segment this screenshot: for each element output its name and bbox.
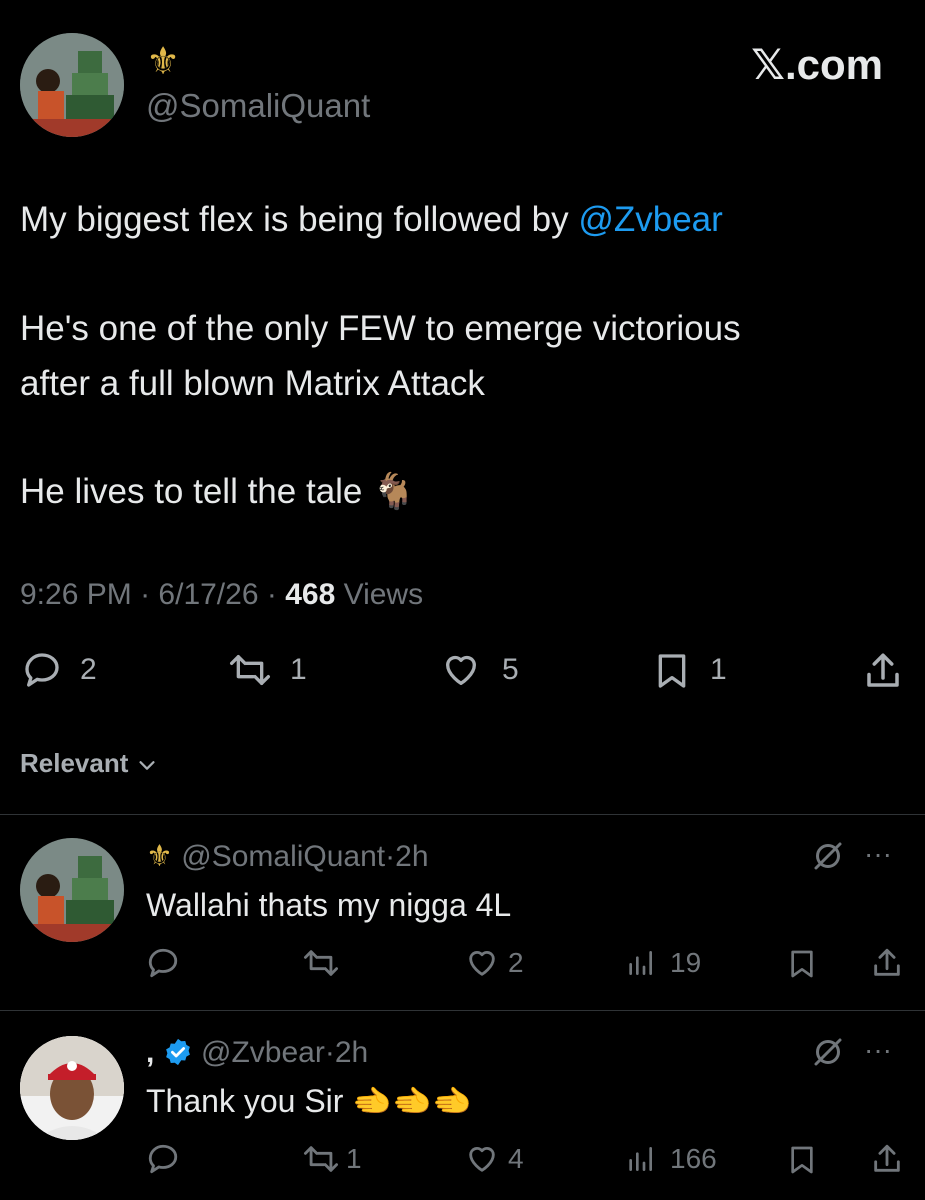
heart-icon [469,1147,495,1172]
reply-action-share[interactable] [870,1142,906,1178]
author-handle[interactable]: @SomaliQuant [146,86,370,126]
sort-label: Relevant [20,748,129,778]
tweet-line-3: after a full blown Matrix Attack [20,364,485,403]
reply-view-count: 166 [670,1143,717,1174]
grok-icon-button[interactable] [810,1034,846,1070]
goat-emoji: 🐐 [372,472,416,511]
grok-icon-button[interactable] [810,838,846,874]
reply-action-repost[interactable] [302,946,362,980]
share-icon [874,1144,900,1172]
views-icon [629,951,652,975]
reply-age: 2h [334,1036,369,1069]
reply-like-count: 4 [508,1143,524,1174]
heart-icon [469,951,495,976]
more-options-icon[interactable]: ··· [864,836,892,872]
reply-icon [148,1144,178,1174]
reply-action-like[interactable]: 2 [464,946,544,980]
meta-separator: · [140,578,151,611]
tweet-date[interactable]: 6/17/26 [158,578,258,611]
meta-separator: · [266,578,277,611]
divider [0,814,925,815]
tweet-time[interactable]: 9:26 PM [20,578,132,611]
views-count: 468 [285,578,336,611]
tweet-line-1: My biggest flex is being followed by @Zv… [20,198,723,242]
grok-icon [814,1038,842,1066]
views-icon [629,1147,652,1171]
heart-icon [446,655,476,685]
repost-icon [303,950,338,976]
verified-badge-icon [165,1038,190,1066]
tweet-text-last: He lives to tell the tale [20,472,363,511]
reply-header: ⚜ @SomaliQuant·2h [146,838,429,876]
share-icon [867,653,899,687]
repost-icon [303,1146,338,1172]
bookmark-button[interactable]: 1 [652,650,742,690]
brand-logo: 𝕏.com [751,41,883,88]
reply-handle[interactable]: @Zvbear [201,1036,325,1069]
reply-action-bookmark[interactable] [786,1142,820,1178]
reply-name-glyph: , [146,1036,155,1069]
like-count: 5 [502,653,519,686]
reply-handle[interactable]: @SomaliQuant [181,840,385,873]
tweet-text-prefix: My biggest flex is being followed by [20,200,579,239]
reply-view-count: 19 [670,947,702,978]
repost-icon [230,655,271,685]
bookmark-icon [791,1146,813,1174]
tweet-line-2: He's one of the only FEW to emerge victo… [20,309,741,348]
author-avatar[interactable] [20,33,124,137]
share-button[interactable] [862,650,904,692]
reply-action-reply[interactable] [146,946,182,980]
reply-like-count: 2 [508,947,524,978]
repost-button[interactable]: 1 [228,650,328,690]
reply-separator: · [324,1036,335,1069]
author-name-glyph: ⚜ [146,41,181,83]
reply-text: Thank you Sir 🫲🫲🫲 [146,1080,472,1122]
reply-action-like[interactable]: 4 [464,1142,544,1176]
share-icon [874,948,900,976]
reply-action-views[interactable]: 166 [624,1142,734,1176]
reply-count: 2 [80,653,97,686]
reply-name-glyph: ⚜ [146,840,173,873]
reply-icon [25,653,59,687]
reply-avatar[interactable] [20,838,124,942]
reply-action-reply[interactable] [146,1142,182,1176]
hand-emoji: 🫲🫲🫲 [352,1083,472,1119]
chevron-down-icon [139,761,155,770]
reply-action-bookmark[interactable] [786,946,820,982]
reply-repost-count: 1 [346,1143,362,1174]
reply-icon [148,948,178,978]
bookmark-icon [658,654,686,688]
views-label: Views [343,578,424,611]
repost-count: 1 [290,653,307,686]
reply-text: Wallahi thats my nigga 4L [146,887,512,923]
mention-link[interactable]: @Zvbear [578,200,722,239]
bookmark-icon [791,950,813,978]
tweet-line-4: He lives to tell the tale 🐐 [20,470,416,514]
reply-action-views[interactable]: 19 [624,946,724,980]
reply-avatar[interactable] [20,1036,124,1140]
like-button[interactable]: 5 [440,650,530,690]
reply-button[interactable]: 2 [22,650,112,690]
bookmark-count: 1 [710,653,727,686]
reply-action-share[interactable] [870,946,906,982]
divider [0,1010,925,1011]
more-options-icon[interactable]: ··· [864,1032,892,1068]
reply-header: , @Zvbear·2h [146,1034,368,1072]
reply-action-repost[interactable]: 1 [302,1142,382,1176]
reply-text-body: Thank you Sir [146,1083,344,1119]
reply-age: 2h [395,840,429,873]
sort-dropdown[interactable]: Relevant [20,746,158,780]
reply-separator: · [385,840,396,873]
grok-icon [814,842,842,870]
tweet-meta: 9:26 PM · 6/17/26 · 468 Views [20,576,423,614]
